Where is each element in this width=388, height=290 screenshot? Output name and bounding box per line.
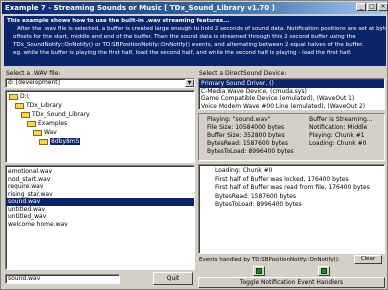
status-bytes-read: BytesRead: 1587600 bytes <box>207 140 288 147</box>
directory-tree[interactable]: D:\ TDx_Library TDx_Sound_Library Exampl… <box>5 90 195 163</box>
clear-log-button[interactable]: Clear <box>354 255 382 264</box>
drive-value: d: [development] <box>8 79 60 86</box>
close-button[interactable]: × <box>378 3 388 11</box>
file-item[interactable]: nod_start.wav <box>6 176 194 184</box>
event-log[interactable]: Loading: Chunk #0 First half of Buffer w… <box>198 164 385 254</box>
tree-item[interactable]: Examples <box>27 120 67 128</box>
status-streaming: Buffer is Streaming... <box>309 116 373 123</box>
status-file-size: File Size: 10584000 bytes <box>207 124 285 131</box>
log-line: BytesRead: 1587600 bytes <box>215 192 296 200</box>
device-label: Select a DirectSound Device: <box>199 70 287 77</box>
file-item[interactable]: untitled_wav <box>6 213 194 221</box>
file-list[interactable]: emotional.wav nod_start.wav require.wav … <box>5 165 195 270</box>
intro-line: After the .wav file is selected, a buffe… <box>17 26 386 32</box>
device-item[interactable]: Game Compatible Device (emulated), (Wave… <box>199 95 384 103</box>
file-item[interactable]: require.wav <box>6 183 194 191</box>
folder-icon <box>33 129 42 136</box>
events-handled-label: Events handled by TD:SBPositionNotify::O… <box>199 257 340 263</box>
tree-item[interactable]: TDx_Sound_Library <box>21 111 90 119</box>
file-item[interactable]: untitled.wav <box>6 206 194 214</box>
device-item[interactable]: Voice Modem Wave #00 Line (emulated), (W… <box>199 103 384 110</box>
status-playing-chunk: Playing: Chunk #1 <box>309 132 365 139</box>
log-line: BytesToLoad: 8996400 bytes <box>215 201 302 208</box>
file-item-selected[interactable]: sound.wav <box>6 198 194 206</box>
intro-line: This example shows how to use the built-… <box>7 18 230 24</box>
intro-line: offsets for the start, middle and end of… <box>13 34 356 40</box>
intro-line: TDx_SoundNotify::OnNotify() or TD:SBPosi… <box>13 42 364 48</box>
chevron-down-icon[interactable]: ▼ <box>185 79 194 87</box>
play-icon <box>321 268 327 274</box>
maximize-button[interactable]: □ <box>367 3 377 11</box>
app-window: Example 7 - Streaming Sounds or Music [ … <box>0 0 388 290</box>
device-list[interactable]: Primary Sound Driver, () C-Media Wave De… <box>198 78 385 110</box>
file-item[interactable]: emotional.wav <box>6 168 194 176</box>
device-item-selected[interactable]: Primary Sound Driver, () <box>199 80 384 88</box>
status-notification: Notification: Middle <box>309 124 368 131</box>
minimize-button[interactable]: _ <box>356 3 366 11</box>
sound-notify-toggle-button[interactable] <box>318 266 330 276</box>
status-loading-chunk: Loading: Chunk #0 <box>309 140 367 147</box>
quit-button[interactable]: Quit <box>153 272 193 285</box>
filename-input[interactable]: sound.wav <box>5 274 120 284</box>
status-playing: Playing: "sound.wav" <box>207 116 271 123</box>
tree-item[interactable]: TDx_Library <box>15 102 62 110</box>
toggle-notification-button[interactable]: Toggle Notification Event Handlers <box>198 277 385 288</box>
log-line: First half of Buffer was locked, 176400 … <box>215 175 349 183</box>
tree-item[interactable]: D:\ <box>9 93 29 101</box>
log-line: Loading: Chunk #0 <box>215 167 273 174</box>
drive-combo[interactable]: d: [development] ▼ <box>5 78 195 88</box>
log-line: First half of Buffer was read from file,… <box>215 184 370 191</box>
status-panel: Playing: "sound.wav" File Size: 10584000… <box>198 113 385 161</box>
window-title: Example 7 - Streaming Sounds or Music [ … <box>5 4 275 12</box>
folder-icon <box>15 102 24 109</box>
position-notify-toggle-button[interactable] <box>253 266 265 276</box>
wav-file-label: Select a .WAV file: <box>6 70 61 77</box>
device-item[interactable]: C-Media Wave Device, (cmuda.sys) <box>199 88 384 96</box>
folder-icon <box>27 120 36 127</box>
status-buffer-size: Buffer Size: 352800 bytes <box>207 132 285 139</box>
tree-item-selected[interactable]: 8dby8m5 <box>39 138 81 146</box>
intro-line: eg. while the buffer is playing the firs… <box>13 50 352 56</box>
intro-description: This example shows how to use the built-… <box>4 16 386 66</box>
title-bar[interactable]: Example 7 - Streaming Sounds or Music [ … <box>2 2 387 14</box>
folder-icon <box>9 93 18 100</box>
file-item[interactable]: welcome home.wav <box>6 221 194 229</box>
folder-icon <box>21 111 30 118</box>
status-bytes-to-load: BytesToLoad: 8996400 bytes <box>207 148 294 155</box>
file-item[interactable]: rising_star.wav <box>6 191 194 199</box>
folder-open-icon <box>39 138 48 145</box>
tree-item[interactable]: Wav <box>33 129 57 137</box>
play-icon <box>256 268 262 274</box>
